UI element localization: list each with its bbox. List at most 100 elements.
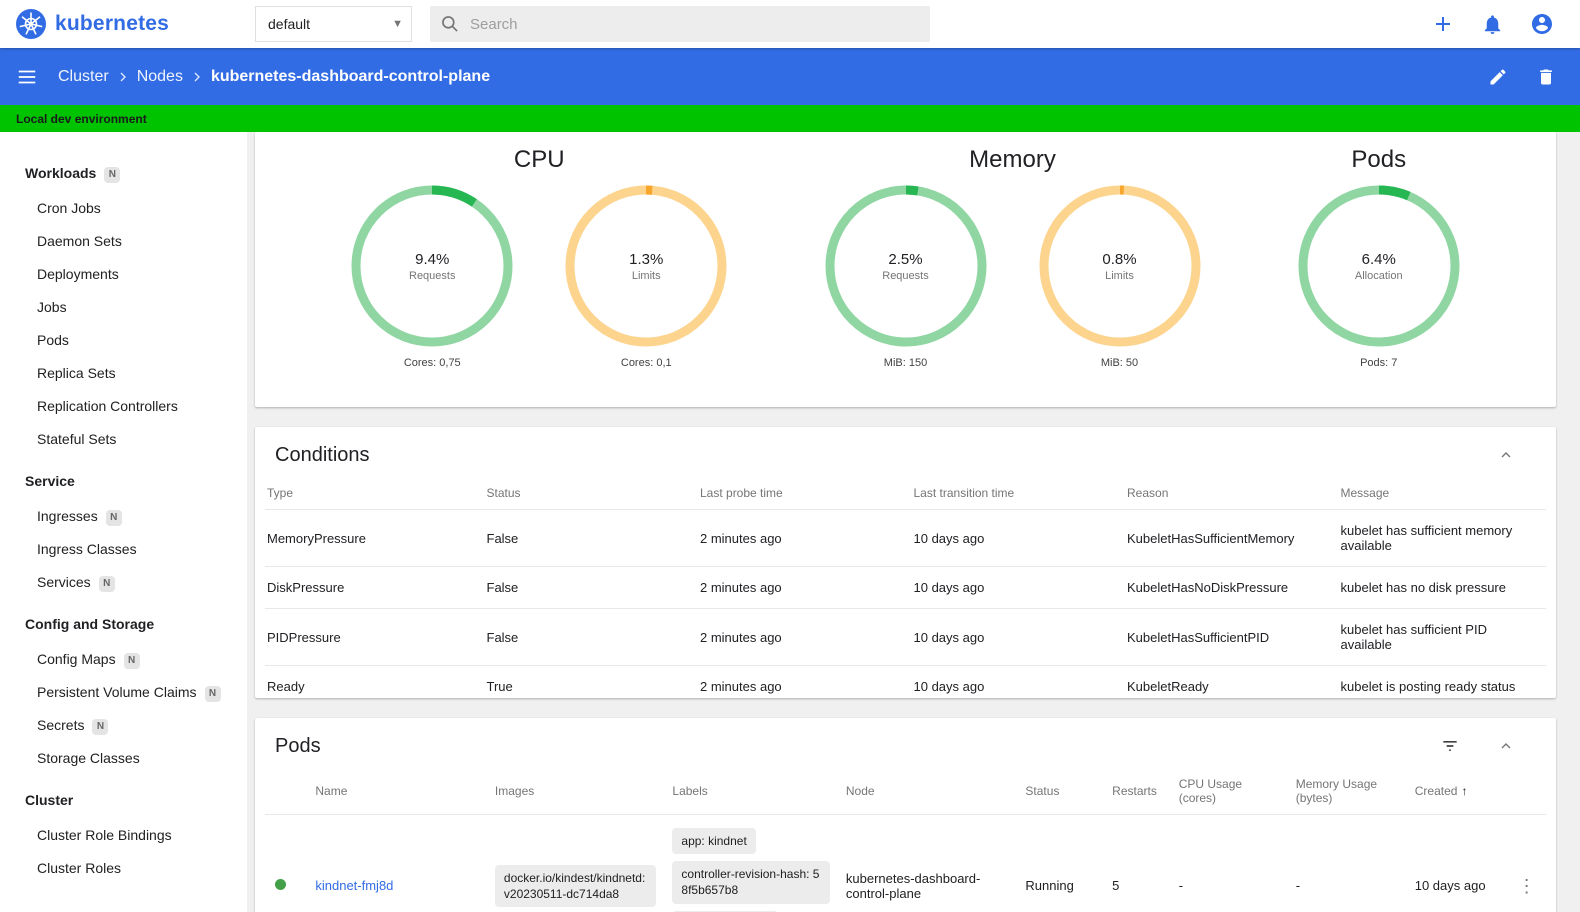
cpu-gauge-group: CPU 9.4% Requests Cores: 0,75 1.3% Limit…: [350, 138, 728, 369]
gauge-label: Allocation: [1354, 269, 1403, 282]
gauge-footer: Cores: 0,1: [620, 357, 672, 369]
label-chip: controller-revision-hash: 58f5b657b8: [672, 861, 830, 904]
brand[interactable]: kubernetes: [0, 9, 247, 39]
column-header-node[interactable]: Node: [837, 768, 1018, 815]
create-plus-button[interactable]: [1431, 12, 1455, 36]
gauge-cpu-limits: 1.3% Limits Cores: 0,1: [564, 184, 728, 369]
cell-probe: 2 minutes ago: [692, 566, 906, 609]
gauge-memory-limits: 0.8% Limits MiB: 50: [1038, 184, 1202, 369]
column-header-cpu-usage[interactable]: CPU Usage (cores): [1170, 768, 1288, 815]
row-menu-kebab-icon[interactable]: ⋮: [1518, 877, 1536, 895]
sidebar-section-service: Service: [25, 473, 75, 489]
pods-gauge-group: Pods 6.4% Allocation Pods: 7: [1297, 138, 1461, 369]
collapse-chevron-up-icon[interactable]: [1498, 447, 1514, 463]
kubernetes-logo-icon: [16, 9, 46, 39]
sidebar-item-stateful-sets[interactable]: Stateful Sets: [0, 423, 247, 456]
sidebar-item-replica-sets[interactable]: Replica Sets: [0, 357, 247, 390]
sidebar-item-services[interactable]: Services N: [0, 566, 247, 599]
gauge-label: Requests: [409, 269, 456, 282]
edit-pencil-button[interactable]: [1488, 67, 1508, 87]
pod-name-link[interactable]: kindnet-fmj8d: [315, 878, 393, 893]
page-title: kubernetes-dashboard-control-plane: [210, 67, 491, 85]
node-allocation-card: CPU 9.4% Requests Cores: 0,75 1.3% Limit…: [255, 132, 1556, 407]
cell-message: kubelet is posting ready status: [1332, 665, 1546, 698]
search-input[interactable]: [470, 15, 920, 33]
cell-transition: 10 days ago: [905, 566, 1119, 609]
pod-created: 10 days ago: [1406, 814, 1510, 912]
column-header-status-dot: [265, 768, 308, 815]
sidebar-item-ingresses[interactable]: Ingresses N: [0, 500, 247, 533]
topbar-actions: [1431, 12, 1580, 36]
collapse-chevron-up-icon[interactable]: [1498, 738, 1514, 754]
column-header-memory-usage[interactable]: Memory Usage (bytes): [1287, 768, 1407, 815]
gauge-memory-requests: 2.5% Requests MiB: 150: [824, 184, 988, 369]
notifications-bell-button[interactable]: [1481, 13, 1504, 36]
namespaced-badge: N: [123, 653, 140, 669]
breadcrumb-nodes[interactable]: Nodes: [137, 68, 183, 86]
namespaced-badge: N: [204, 686, 221, 702]
namespaced-badge: N: [105, 510, 122, 526]
breadcrumb-cluster[interactable]: Cluster: [58, 68, 109, 86]
namespace-value: default: [268, 16, 311, 32]
sidebar-item-cluster-role-bindings[interactable]: Cluster Role Bindings: [0, 819, 247, 852]
column-header-images[interactable]: Images: [486, 768, 665, 815]
sidebar-item-jobs[interactable]: Jobs: [0, 291, 247, 324]
cpu-group-title: CPU: [513, 146, 565, 173]
cell-type: PIDPressure: [265, 608, 479, 666]
pods-group-title: Pods: [1351, 146, 1407, 173]
cell-probe: 2 minutes ago: [692, 509, 906, 567]
memory-gauge-group: Memory 2.5% Requests MiB: 150 0.8% Limit…: [824, 138, 1202, 369]
sidebar-item-secrets[interactable]: Secrets N: [0, 709, 247, 742]
pod-status-ok-icon: [275, 879, 286, 891]
cell-reason: KubeletReady: [1119, 665, 1333, 698]
sidebar-item-config-maps[interactable]: Config Maps N: [0, 643, 247, 676]
column-header-status: Status: [478, 477, 692, 510]
column-header-name[interactable]: Name: [307, 768, 487, 815]
gauge-footer: Cores: 0,75: [403, 357, 461, 369]
cell-probe: 2 minutes ago: [692, 665, 906, 698]
sidebar-item-cron-jobs[interactable]: Cron Jobs: [0, 192, 247, 225]
environment-banner-text: Local dev environment: [16, 111, 147, 126]
sidebar-item-persistent-volume-claims[interactable]: Persistent Volume Claims N: [0, 676, 247, 709]
delete-trash-button[interactable]: [1536, 67, 1556, 87]
sidebar-section-workloads: Workloads N: [0, 154, 247, 192]
table-row: MemoryPressure False 2 minutes ago 10 da…: [265, 509, 1546, 567]
main-content: CPU 9.4% Requests Cores: 0,75 1.3% Limit…: [247, 132, 1580, 912]
column-header-actions: [1509, 768, 1546, 815]
sidebar-item-ingress-classes[interactable]: Ingress Classes: [0, 533, 247, 566]
column-header-created[interactable]: Created ↑: [1406, 768, 1510, 815]
column-header-reason: Reason: [1119, 477, 1333, 510]
account-circle-button[interactable]: [1530, 12, 1554, 36]
column-header-status[interactable]: Status: [1017, 768, 1105, 815]
breadcrumb-toolbar: Cluster Nodes kubernetes-dashboard-contr…: [0, 48, 1580, 105]
column-header-type: Type: [265, 477, 479, 510]
sidebar-item-deployments[interactable]: Deployments: [0, 258, 247, 291]
gauge-percent: 2.5%: [888, 250, 923, 268]
gauge-label: Limits: [1105, 269, 1134, 282]
search-bar[interactable]: [430, 6, 930, 42]
column-header-restarts[interactable]: Restarts: [1104, 768, 1171, 815]
cell-status: False: [478, 566, 692, 609]
sidebar-item-cluster-roles[interactable]: Cluster Roles: [0, 852, 247, 885]
filter-icon[interactable]: [1440, 736, 1460, 756]
table-row: PIDPressure False 2 minutes ago 10 days …: [265, 608, 1546, 666]
sidebar-item-pods[interactable]: Pods: [0, 324, 247, 357]
image-chip: docker.io/kindest/kindnetd:v20230511-dc7…: [494, 864, 657, 908]
table-row: DiskPressure False 2 minutes ago 10 days…: [265, 566, 1546, 609]
sidebar-item-replication-controllers[interactable]: Replication Controllers: [0, 390, 247, 423]
node-actions: [1488, 67, 1556, 87]
cell-status: False: [478, 608, 692, 666]
cell-message: kubelet has no disk pressure: [1332, 566, 1546, 609]
cell-reason: KubeletHasNoDiskPressure: [1119, 566, 1333, 609]
hamburger-menu-button[interactable]: [16, 66, 38, 88]
cell-reason: KubeletHasSufficientPID: [1119, 608, 1333, 666]
pod-row: kindnet-fmj8d docker.io/kindest/kindnetd…: [265, 814, 1546, 912]
table-row: Ready True 2 minutes ago 10 days ago Kub…: [265, 665, 1546, 698]
pod-memory-usage: -: [1287, 814, 1407, 912]
sidebar-item-daemon-sets[interactable]: Daemon Sets: [0, 225, 247, 258]
sidebar-item-storage-classes[interactable]: Storage Classes: [0, 742, 247, 775]
namespace-selector[interactable]: default ▼: [255, 6, 412, 42]
gauge-percent: 1.3%: [629, 250, 664, 268]
sidebar-nav: Workloads N Cron Jobs Daemon Sets Deploym…: [0, 132, 247, 912]
cell-transition: 10 days ago: [905, 509, 1119, 567]
